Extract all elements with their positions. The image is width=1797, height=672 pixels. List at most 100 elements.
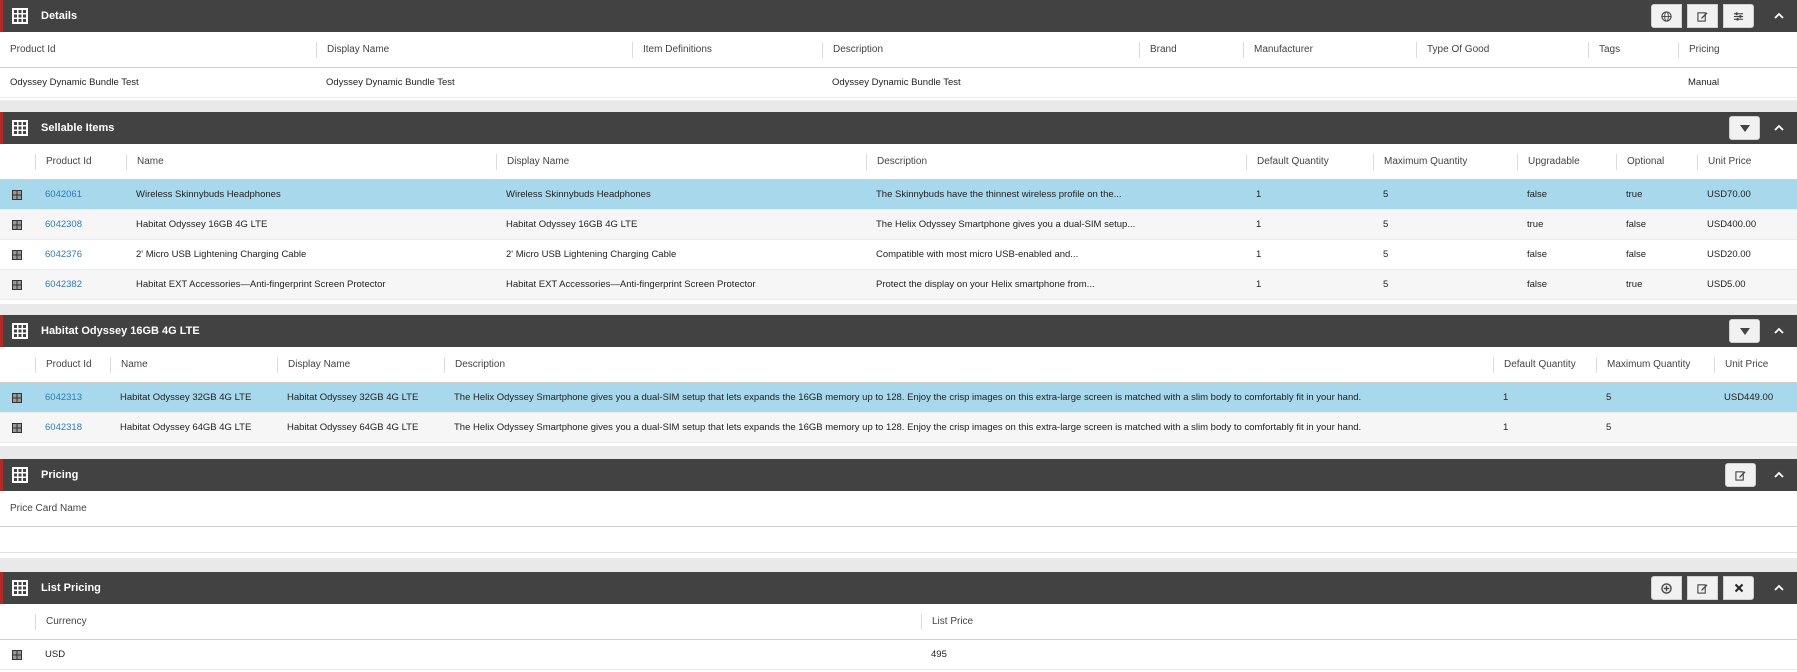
details-col-product-id: Product Id xyxy=(10,44,56,55)
details-title: Details xyxy=(41,10,78,22)
product-id-link[interactable]: 6042313 xyxy=(35,383,82,413)
sellable-dropdown-button[interactable] xyxy=(1729,116,1760,140)
sellable-col-default-quantity: Default Quantity xyxy=(1246,154,1329,170)
sellable-items-section: Sellable Items Product Id Name Display N… xyxy=(0,112,1797,304)
sellable-rows: 6042061 Wireless Skinnybuds Headphones W… xyxy=(0,180,1797,300)
cell-unit-price: USD20.00 xyxy=(1707,249,1751,260)
cell-description: Compatible with most micro USB-enabled a… xyxy=(876,249,1079,260)
chevron-up-icon xyxy=(1774,584,1784,591)
cell-description: The Helix Odyssey Smartphone gives you a… xyxy=(454,392,1362,403)
details-col-tags: Tags xyxy=(1588,42,1620,58)
details-pricing: Manual xyxy=(1688,77,1720,88)
chevron-up-icon xyxy=(1774,124,1784,131)
grid-icon xyxy=(12,120,28,136)
table-row[interactable]: 6042376 2' Micro USB Lightening Charging… xyxy=(0,240,1797,270)
sellable-col-upgradable: Upgradable xyxy=(1517,154,1580,170)
add-button[interactable] xyxy=(1651,576,1682,600)
grid-icon xyxy=(12,323,28,339)
cell-display-name: Habitat Odyssey 16GB 4G LTE xyxy=(506,219,638,230)
list-pricing-section: List Pricing Currency List Price USD 495 xyxy=(0,572,1797,672)
list-pricing-title: List Pricing xyxy=(41,582,101,594)
cell-unit-price: USD70.00 xyxy=(1707,189,1751,200)
plus-circle-icon xyxy=(1661,582,1672,594)
table-row[interactable]: 6042061 Wireless Skinnybuds Headphones W… xyxy=(0,180,1797,210)
product-id-link[interactable]: 6042376 xyxy=(35,240,82,270)
grid-icon xyxy=(12,8,28,24)
habitat-col-maximum-quantity: Maximum Quantity xyxy=(1596,357,1690,373)
table-row[interactable]: 6042313 Habitat Odyssey 32GB 4G LTE Habi… xyxy=(0,383,1797,413)
row-grid-icon xyxy=(12,220,22,230)
pricing-empty-row xyxy=(0,527,1797,553)
product-id-link[interactable]: 6042318 xyxy=(35,413,82,443)
cell-maximum-quantity: 5 xyxy=(1383,279,1389,290)
list-pricing-collapse-button[interactable] xyxy=(1769,578,1789,598)
cell-default-quantity: 1 xyxy=(1256,249,1262,260)
cell-description: The Skinnybuds have the thinnest wireles… xyxy=(876,189,1122,200)
habitat-dropdown-button[interactable] xyxy=(1729,319,1760,343)
details-collapse-button[interactable] xyxy=(1769,6,1789,26)
edit-icon xyxy=(1735,470,1746,481)
sellable-column-headers: Product Id Name Display Name Description… xyxy=(0,144,1797,180)
details-col-type-of-good: Type Of Good xyxy=(1416,42,1489,58)
product-id-link[interactable]: 6042382 xyxy=(35,270,82,300)
edit-icon xyxy=(1697,11,1708,22)
cell-optional: false xyxy=(1626,219,1647,230)
chevron-up-icon xyxy=(1774,327,1784,334)
sellable-col-unit-price: Unit Price xyxy=(1697,154,1751,170)
cell-display-name: Habitat Odyssey 32GB 4G LTE xyxy=(287,392,419,403)
cell-unit-price xyxy=(1714,413,1724,443)
habitat-header-bar: Habitat Odyssey 16GB 4G LTE xyxy=(0,315,1797,347)
row-grid-icon xyxy=(12,250,22,260)
edit-button[interactable] xyxy=(1687,4,1718,28)
habitat-col-product-id: Product Id xyxy=(35,357,92,373)
pricing-collapse-button[interactable] xyxy=(1769,465,1789,485)
cell-display-name: Habitat Odyssey 64GB 4G LTE xyxy=(287,422,419,433)
table-row[interactable]: USD 495 xyxy=(0,640,1797,670)
chevron-up-icon xyxy=(1774,471,1784,478)
caret-down-icon xyxy=(1739,124,1750,132)
pricing-section: Pricing Price Card Name xyxy=(0,459,1797,558)
cell-unit-price: USD5.00 xyxy=(1707,279,1746,290)
pricing-edit-button[interactable] xyxy=(1725,463,1756,487)
product-id-link[interactable]: 6042061 xyxy=(35,180,82,210)
habitat-col-unit-price: Unit Price xyxy=(1714,357,1768,373)
details-col-description: Description xyxy=(822,42,883,58)
cell-upgradable: false xyxy=(1527,279,1548,290)
cell-optional: false xyxy=(1626,249,1647,260)
list-pricing-col-currency: Currency xyxy=(35,614,87,630)
table-row[interactable]: 6042318 Habitat Odyssey 64GB 4G LTE Habi… xyxy=(0,413,1797,443)
cell-unit-price: USD449.00 xyxy=(1724,392,1774,403)
pricing-column-headers: Price Card Name xyxy=(0,491,1797,527)
sellable-collapse-button[interactable] xyxy=(1769,118,1789,138)
habitat-section: Habitat Odyssey 16GB 4G LTE Product Id N… xyxy=(0,315,1797,446)
cell-display-name: 2' Micro USB Lightening Charging Cable xyxy=(506,249,677,260)
sliders-icon xyxy=(1733,11,1744,21)
globe-icon xyxy=(1661,10,1672,22)
globe-button[interactable] xyxy=(1651,4,1682,28)
cell-name: Wireless Skinnybuds Headphones xyxy=(136,189,281,200)
cell-optional: true xyxy=(1626,279,1643,290)
cell-maximum-quantity: 5 xyxy=(1606,392,1612,403)
sellable-col-product-id: Product Id xyxy=(35,154,92,170)
table-row[interactable]: 6042308 Habitat Odyssey 16GB 4G LTE Habi… xyxy=(0,210,1797,240)
chevron-up-icon xyxy=(1774,12,1784,19)
details-display-name: Odyssey Dynamic Bundle Test xyxy=(326,77,455,88)
sellable-col-maximum-quantity: Maximum Quantity xyxy=(1373,154,1467,170)
cell-upgradable: false xyxy=(1527,189,1548,200)
details-product-id: Odyssey Dynamic Bundle Test xyxy=(10,77,139,88)
close-icon xyxy=(1734,583,1743,593)
cell-name: 2' Micro USB Lightening Charging Cable xyxy=(136,249,307,260)
product-id-link[interactable]: 6042308 xyxy=(35,210,82,240)
cell-name: Habitat Odyssey 32GB 4G LTE xyxy=(120,392,252,403)
cell-unit-price: USD400.00 xyxy=(1707,219,1757,230)
row-grid-icon xyxy=(12,190,22,200)
filter-button[interactable] xyxy=(1723,4,1754,28)
habitat-col-default-quantity: Default Quantity xyxy=(1493,357,1576,373)
pricing-col-price-card-name: Price Card Name xyxy=(10,503,87,514)
table-row[interactable]: 6042382 Habitat EXT Accessories—Anti-fin… xyxy=(0,270,1797,300)
habitat-collapse-button[interactable] xyxy=(1769,321,1789,341)
list-pricing-edit-button[interactable] xyxy=(1687,576,1718,600)
details-col-pricing: Pricing xyxy=(1678,42,1720,58)
delete-button[interactable] xyxy=(1723,576,1754,600)
pricing-header-bar: Pricing xyxy=(0,459,1797,491)
